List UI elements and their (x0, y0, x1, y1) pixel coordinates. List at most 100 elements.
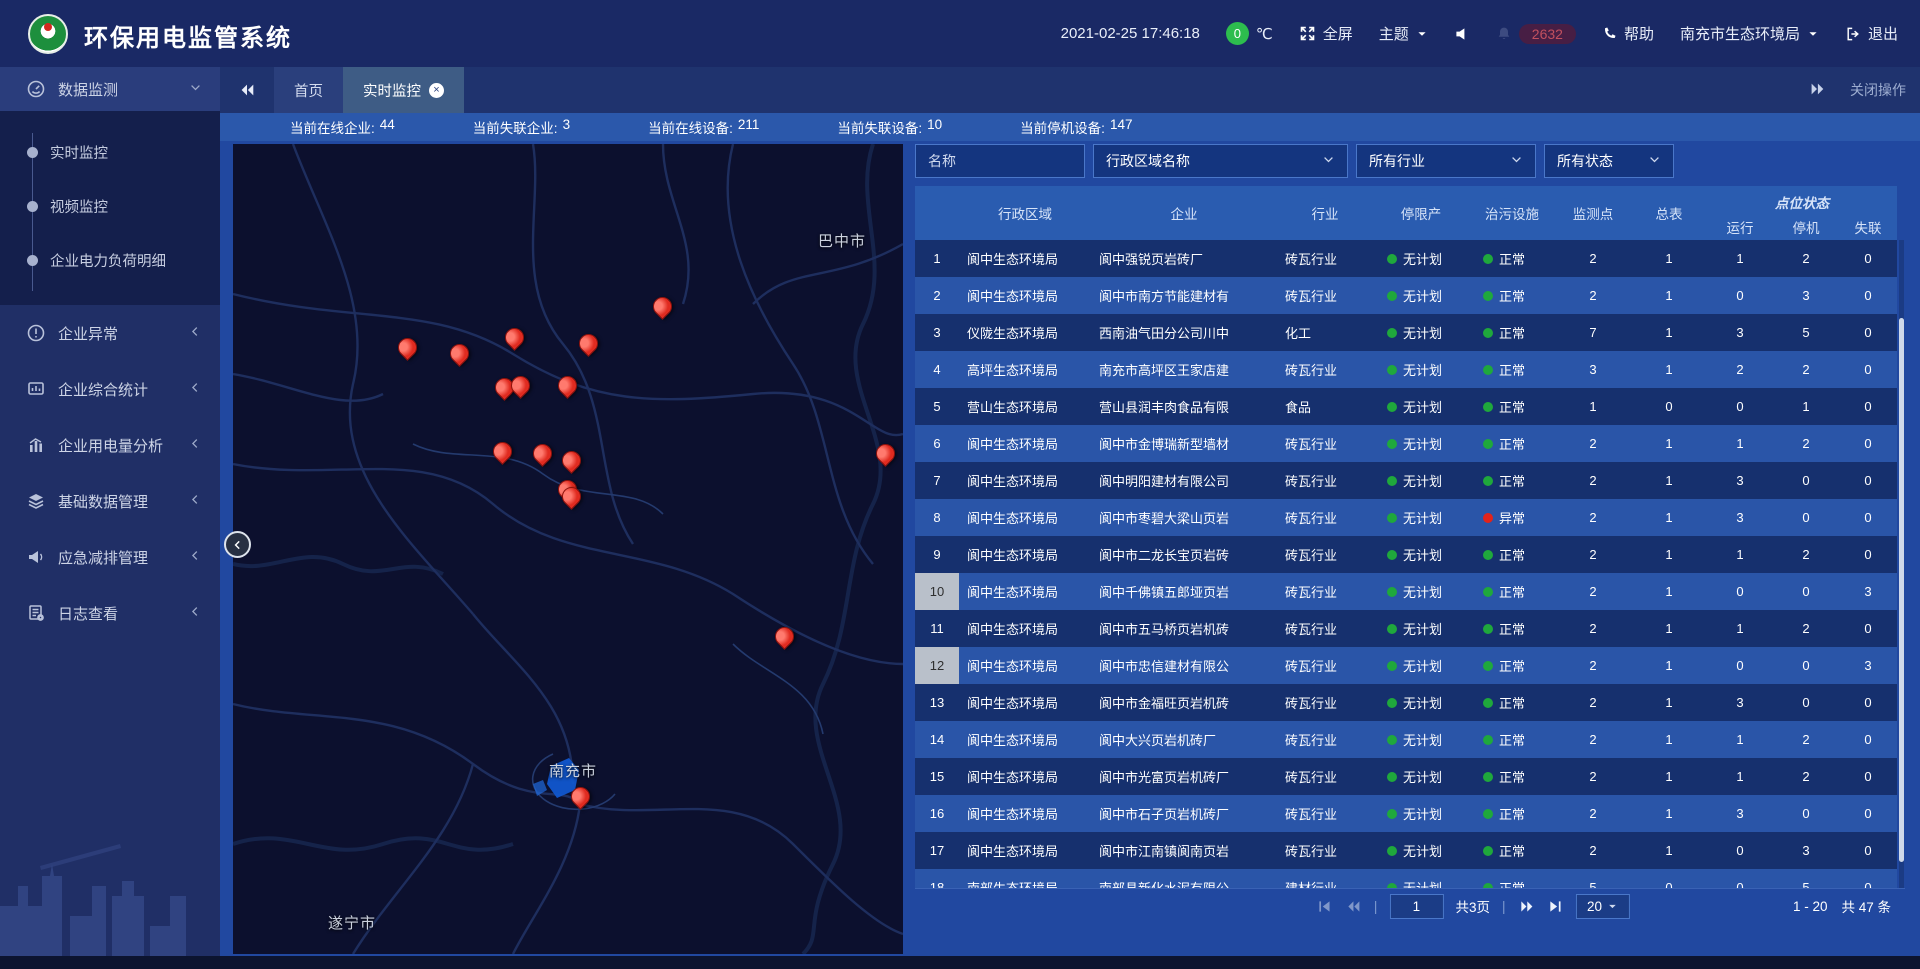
sidebar-item-企业异常[interactable]: 企业异常 (0, 305, 220, 361)
table-row[interactable]: 2阆中生态环境局阆中市南方节能建材有砖瓦行业无计划正常21030 (915, 277, 1897, 314)
sidebar-item-应急减排管理[interactable]: 应急减排管理 (0, 529, 220, 585)
tabs-scroll-right-button[interactable] (1808, 80, 1826, 101)
close-operations-button[interactable]: 关闭操作 (1850, 80, 1906, 100)
cell-meter: 1 (1631, 436, 1707, 451)
cell-run: 0 (1707, 843, 1773, 858)
name-search-input[interactable] (915, 144, 1085, 178)
next-page-button[interactable] (1517, 898, 1534, 915)
cell-region: 阆中生态环境局 (959, 841, 1091, 860)
cell-region: 阆中生态环境局 (959, 545, 1091, 564)
status-dot-icon (1483, 365, 1493, 375)
stat-item: 当前在线企业:44 (290, 117, 395, 137)
table-row[interactable]: 15阆中生态环境局阆中市光富页岩机砖厂砖瓦行业无计划正常21120 (915, 758, 1897, 795)
cell-industry: 砖瓦行业 (1277, 804, 1373, 823)
last-page-button[interactable] (1546, 898, 1563, 915)
cell-facility-status: 正常 (1469, 249, 1555, 268)
sidebar-item-企业综合统计[interactable]: 企业综合统计 (0, 361, 220, 417)
status-dot-icon (1387, 476, 1397, 486)
table-body: 1阆中生态环境局阆中强锐页岩砖厂砖瓦行业无计划正常211202阆中生态环境局阆中… (915, 240, 1897, 888)
region-select[interactable]: 行政区域名称 (1093, 144, 1348, 178)
cell-limit-status: 无计划 (1373, 323, 1469, 342)
cell-limit-status: 无计划 (1373, 841, 1469, 860)
fullscreen-button[interactable]: 全屏 (1299, 23, 1353, 44)
cell-points: 2 (1555, 843, 1631, 858)
cell-industry: 食品 (1277, 397, 1373, 416)
name-input[interactable] (928, 153, 1072, 169)
cell-lost: 3 (1839, 584, 1897, 599)
table-row[interactable]: 11阆中生态环境局阆中市五马桥页岩机砖砖瓦行业无计划正常21120 (915, 610, 1897, 647)
col-meter: 总表 (1631, 186, 1707, 240)
table-row[interactable]: 16阆中生态环境局阆中市石子页岩机砖厂砖瓦行业无计划正常21300 (915, 795, 1897, 832)
cell-lost: 0 (1839, 732, 1897, 747)
map-panel[interactable]: 巴中市南充市遂宁市 (233, 144, 903, 954)
sidebar-subitem-实时监控[interactable]: 实时监控 (0, 125, 220, 179)
sidebar-subitem-视频监控[interactable]: 视频监控 (0, 179, 220, 233)
table-row[interactable]: 9阆中生态环境局阆中市二龙长宝页岩砖砖瓦行业无计划正常21120 (915, 536, 1897, 573)
cell-company: 阆中强锐页岩砖厂 (1091, 249, 1277, 268)
cell-points: 2 (1555, 658, 1631, 673)
col-company: 企业 (1091, 186, 1277, 240)
bell-icon (1496, 26, 1512, 42)
cell-run: 0 (1707, 880, 1773, 888)
previous-page-button[interactable] (1345, 898, 1362, 915)
cell-company: 阆中大兴页岩机砖厂 (1091, 730, 1277, 749)
row-index: 18 (915, 869, 959, 888)
status-select[interactable]: 所有状态 (1544, 144, 1674, 178)
tab-home[interactable]: 首页 (274, 67, 343, 113)
cell-industry: 砖瓦行业 (1277, 619, 1373, 638)
table-row[interactable]: 13阆中生态环境局阆中市金福旺页岩机砖砖瓦行业无计划正常21300 (915, 684, 1897, 721)
table-row[interactable]: 4高坪生态环境局南充市高坪区王家店建砖瓦行业无计划正常31220 (915, 351, 1897, 388)
cell-company: 西南油气田分公司川中 (1091, 323, 1277, 342)
status-dot-icon (1387, 550, 1397, 560)
cell-lost: 0 (1839, 510, 1897, 525)
help-button[interactable]: 帮助 (1602, 23, 1654, 44)
sidebar-item-企业用电量分析[interactable]: 企业用电量分析 (0, 417, 220, 473)
cell-industry: 砖瓦行业 (1277, 841, 1373, 860)
page-number-input[interactable]: 1 (1389, 894, 1443, 919)
sidebar: 数据监测实时监控视频监控企业电力负荷明细企业异常企业综合统计企业用电量分析基础数… (0, 67, 220, 956)
row-index: 14 (915, 721, 959, 758)
industry-select[interactable]: 所有行业 (1356, 144, 1536, 178)
page-size-select[interactable]: 20 (1575, 894, 1629, 919)
tab-close-icon[interactable]: × (429, 83, 444, 98)
range-label: 1 - 20 (1793, 899, 1828, 914)
sidebar-subitem-企业电力负荷明细[interactable]: 企业电力负荷明细 (0, 233, 220, 287)
table-row[interactable]: 5营山生态环境局营山县润丰肉食品有限食品无计划正常10010 (915, 388, 1897, 425)
col-group-point-status: 点位状态 (1707, 186, 1897, 214)
log-icon (26, 603, 46, 623)
sidebar-item-数据监测[interactable]: 数据监测 (0, 67, 220, 111)
notification-area[interactable]: 2632 (1496, 24, 1576, 44)
logout-button[interactable]: 退出 (1845, 23, 1898, 44)
cell-run: 0 (1707, 584, 1773, 599)
sidebar-item-日志查看[interactable]: 日志查看 (0, 585, 220, 641)
tab-realtime-monitor[interactable]: 实时监控 × (343, 67, 464, 113)
cell-lost: 0 (1839, 843, 1897, 858)
status-dot-icon (1483, 846, 1493, 856)
tabs-scroll-left-button[interactable] (220, 67, 274, 113)
status-dot-icon (1387, 587, 1397, 597)
table-row[interactable]: 10阆中生态环境局阆中千佛镇五郎垭页岩砖瓦行业无计划正常21003 (915, 573, 1897, 610)
table-row[interactable]: 17阆中生态环境局阆中市江南镇阆南页岩砖瓦行业无计划正常21030 (915, 832, 1897, 869)
status-dot-icon (1483, 291, 1493, 301)
table-row[interactable]: 1阆中生态环境局阆中强锐页岩砖厂砖瓦行业无计划正常21120 (915, 240, 1897, 277)
cell-meter: 1 (1631, 251, 1707, 266)
org-menu[interactable]: 南充市生态环境局 (1680, 23, 1819, 44)
theme-menu[interactable]: 主题 (1379, 23, 1428, 44)
table-row[interactable]: 3仪陇生态环境局西南油气田分公司川中化工无计划正常71350 (915, 314, 1897, 351)
page-size-value: 20 (1587, 899, 1602, 914)
first-page-button[interactable] (1316, 898, 1333, 915)
table-row[interactable]: 18南部生态环境局南部县新化水泥有限公建材行业无计划正常50050 (915, 869, 1897, 888)
stats-bar: 当前在线企业:44当前失联企业:3当前在线设备:211当前失联设备:10当前停机… (220, 113, 1920, 141)
table-row[interactable]: 14阆中生态环境局阆中大兴页岩机砖厂砖瓦行业无计划正常21120 (915, 721, 1897, 758)
sidebar-item-基础数据管理[interactable]: 基础数据管理 (0, 473, 220, 529)
table-scrollbar[interactable] (1899, 240, 1904, 888)
table-row[interactable]: 7阆中生态环境局阆中明阳建材有限公司砖瓦行业无计划正常21300 (915, 462, 1897, 499)
row-index: 11 (915, 610, 959, 647)
table-row[interactable]: 6阆中生态环境局阆中市金博瑞新型墙材砖瓦行业无计划正常21120 (915, 425, 1897, 462)
mute-button[interactable] (1454, 26, 1470, 42)
table-row[interactable]: 8阆中生态环境局阆中市枣碧大梁山页岩砖瓦行业无计划异常21300 (915, 499, 1897, 536)
cell-points: 2 (1555, 584, 1631, 599)
industry-select-value: 所有行业 (1369, 151, 1425, 171)
collapse-map-button[interactable] (224, 531, 251, 558)
table-row[interactable]: 12阆中生态环境局阆中市忠信建材有限公砖瓦行业无计划正常21003 (915, 647, 1897, 684)
